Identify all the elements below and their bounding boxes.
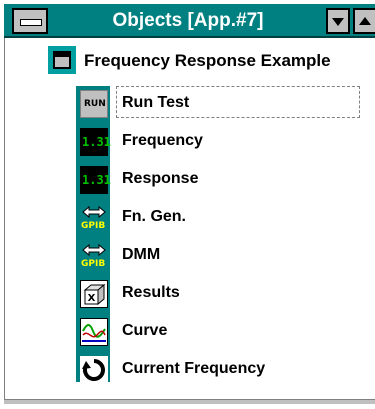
tree-item-response[interactable]: 1.31 Response <box>76 162 372 196</box>
numeric-display-icon: 1.31 <box>80 166 111 194</box>
window-icon <box>48 46 76 74</box>
tree-item-fn-gen[interactable]: GPIB Fn. Gen. <box>76 200 372 234</box>
tree-root-label: Frequency Response Example <box>84 51 331 70</box>
scroll-up-button[interactable] <box>353 8 375 34</box>
curve-plot-icon <box>80 318 108 346</box>
tree-item-label: Response <box>122 170 199 187</box>
window-title: Objects [App.#7] <box>112 10 264 31</box>
tree-item-label: Curve <box>122 322 168 339</box>
tree-item-label: Frequency <box>122 132 203 149</box>
cycle-arrow-icon <box>80 356 108 384</box>
numeric-display-icon: 1.31 <box>80 128 111 156</box>
tree-item-label: Fn. Gen. <box>122 208 186 225</box>
tree-item-label: Current Frequency <box>122 360 266 377</box>
tree-item-results[interactable]: X Results <box>76 276 372 310</box>
gpib-instrument-icon: GPIB <box>80 204 108 232</box>
gpib-instrument-icon: GPIB <box>80 242 108 270</box>
results-box-icon: X <box>80 280 108 308</box>
tree-item-label: Results <box>122 284 180 301</box>
objects-window: Objects [App.#7] Frequency Response Exam… <box>0 0 375 409</box>
tree-item-current-frequency[interactable]: Current Frequency <box>76 352 372 386</box>
tree-item-label: Run Test <box>122 94 190 111</box>
system-menu-icon[interactable] <box>12 8 48 34</box>
tree-item-dmm[interactable]: GPIB DMM <box>76 238 372 272</box>
tree-item-label: DMM <box>122 246 161 263</box>
arrow-down-icon <box>332 18 344 26</box>
tree-item-frequency[interactable]: 1.31 Frequency <box>76 124 372 158</box>
window-bottom-border <box>4 399 375 404</box>
title-bar[interactable]: Objects [App.#7] <box>4 4 375 38</box>
tree-item-run-test[interactable]: RUN Run Test <box>76 86 372 120</box>
svg-text:X: X <box>88 293 96 304</box>
window-border <box>4 36 5 399</box>
arrow-up-icon <box>359 17 371 25</box>
scroll-down-button[interactable] <box>326 8 350 34</box>
run-icon: RUN <box>80 90 108 118</box>
tree-item-curve[interactable]: Curve <box>76 314 372 348</box>
